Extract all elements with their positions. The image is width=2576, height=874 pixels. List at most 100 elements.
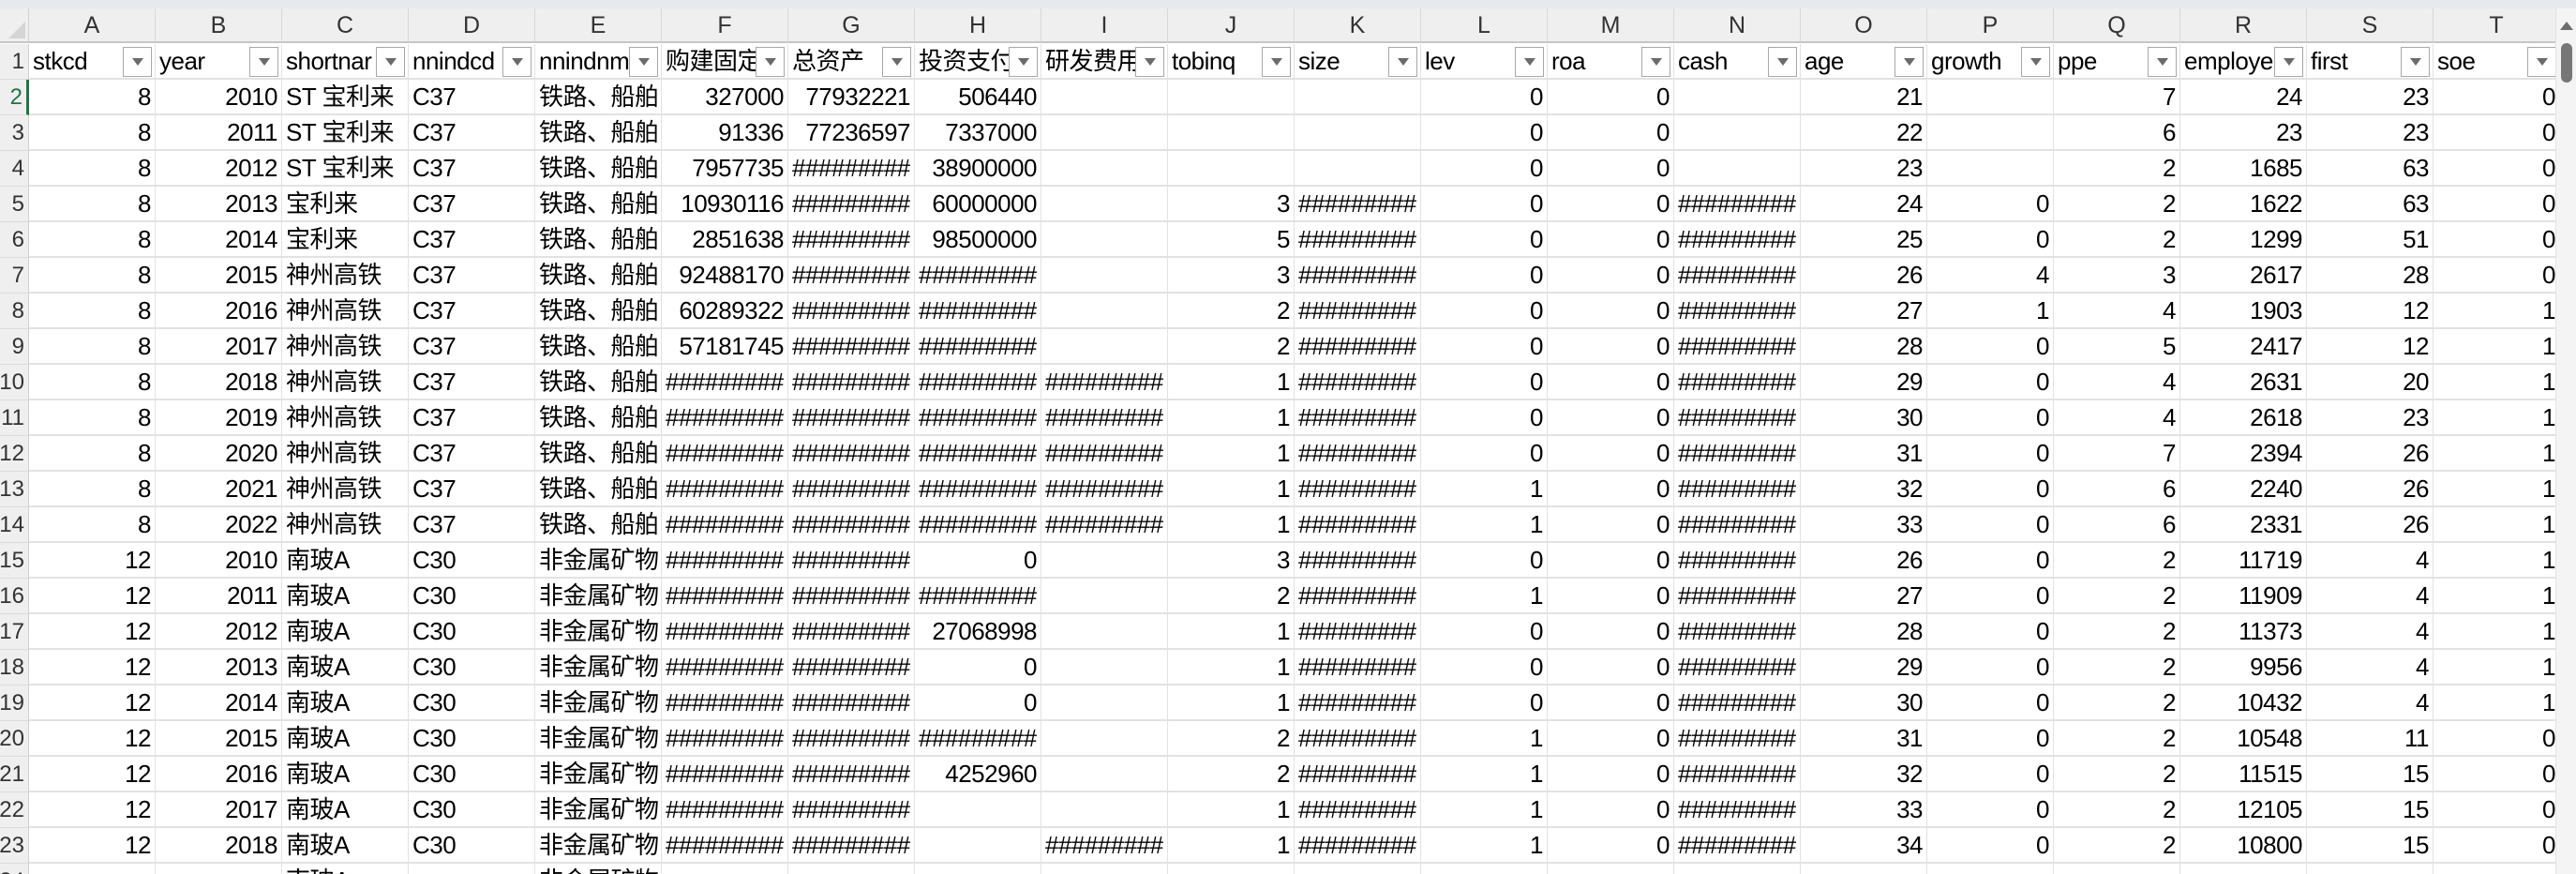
table-cell[interactable]: 1299 xyxy=(2180,222,2307,258)
table-cell[interactable]: ######### xyxy=(1674,543,1801,579)
table-cell[interactable]: 2016 xyxy=(156,294,282,329)
table-cell[interactable]: ######### xyxy=(1674,579,1801,614)
table-cell[interactable] xyxy=(1041,294,1168,329)
table-cell[interactable]: 0 xyxy=(1927,614,2054,650)
table-cell[interactable]: 2012 xyxy=(156,151,282,187)
table-cell[interactable]: 1 xyxy=(2434,614,2555,650)
table-cell[interactable]: 27068998 xyxy=(915,614,1041,650)
table-cell[interactable]: 0 xyxy=(1421,294,1548,329)
table-cell[interactable] xyxy=(788,864,915,874)
table-cell[interactable]: C37 xyxy=(409,151,535,187)
table-cell[interactable]: ######### xyxy=(1295,507,1421,543)
row-header[interactable]: 16 xyxy=(0,579,29,614)
table-cell[interactable]: 0 xyxy=(1548,222,1674,258)
table-cell[interactable]: 神州高铁 xyxy=(282,294,409,329)
table-cell[interactable]: 0 xyxy=(1927,686,2054,721)
row-header[interactable]: 7 xyxy=(0,258,29,294)
table-cell[interactable]: 1 xyxy=(1421,507,1548,543)
row-header[interactable]: 5 xyxy=(0,187,29,222)
table-cell[interactable]: 38900000 xyxy=(915,151,1041,187)
table-cell[interactable]: 2018 xyxy=(156,828,282,864)
table-cell[interactable]: ######### xyxy=(788,721,915,757)
table-cell[interactable]: 神州高铁 xyxy=(282,436,409,472)
table-cell[interactable]: 0 xyxy=(1548,686,1674,721)
table-cell[interactable]: 1 xyxy=(1168,365,1295,400)
table-cell[interactable]: 2014 xyxy=(156,686,282,721)
table-cell[interactable]: ######### xyxy=(1674,757,1801,792)
table-cell[interactable]: 8 xyxy=(29,151,156,187)
table-cell[interactable]: 8 xyxy=(29,115,156,151)
table-cell[interactable]: C30 xyxy=(409,650,535,686)
table-cell[interactable]: ######### xyxy=(788,650,915,686)
header-cell-a[interactable]: stkcd xyxy=(29,44,156,80)
table-cell[interactable]: 2019 xyxy=(156,400,282,436)
table-cell[interactable]: 0 xyxy=(1421,686,1548,721)
column-header-r[interactable]: R xyxy=(2180,8,2307,43)
table-cell[interactable]: 2021 xyxy=(156,472,282,507)
table-cell[interactable]: ######### xyxy=(1674,472,1801,507)
table-cell[interactable]: 0 xyxy=(1421,329,1548,365)
table-cell[interactable]: 6 xyxy=(2054,507,2180,543)
row-header[interactable]: 14 xyxy=(0,507,29,543)
table-cell[interactable]: ######### xyxy=(1674,400,1801,436)
row-header[interactable]: 18 xyxy=(0,650,29,686)
table-cell[interactable]: ######### xyxy=(915,721,1041,757)
table-cell[interactable]: 0 xyxy=(1927,543,2054,579)
table-cell[interactable]: C37 xyxy=(409,80,535,115)
filter-dropdown-icon[interactable] xyxy=(2274,47,2303,77)
table-cell[interactable]: ######### xyxy=(1041,365,1168,400)
table-cell[interactable]: 51 xyxy=(2307,222,2434,258)
table-cell[interactable]: 12 xyxy=(29,828,156,864)
table-cell[interactable]: 铁路、船舶 xyxy=(535,222,662,258)
column-header-j[interactable]: J xyxy=(1168,8,1295,43)
vertical-scrollbar[interactable] xyxy=(2555,8,2576,874)
table-cell[interactable]: 神州高铁 xyxy=(282,365,409,400)
table-cell[interactable]: 铁路、船舶 xyxy=(535,329,662,365)
table-cell[interactable]: 2 xyxy=(2054,614,2180,650)
filter-dropdown-icon[interactable] xyxy=(882,47,911,77)
table-cell[interactable]: 2331 xyxy=(2180,507,2307,543)
table-cell[interactable]: 1 xyxy=(2434,329,2555,365)
row-header[interactable]: 23 xyxy=(0,828,29,864)
table-cell[interactable] xyxy=(1041,543,1168,579)
table-cell[interactable]: 2011 xyxy=(156,579,282,614)
table-cell[interactable]: ######### xyxy=(1041,472,1168,507)
table-cell[interactable]: ######### xyxy=(662,650,788,686)
table-cell[interactable] xyxy=(2307,864,2434,874)
table-cell[interactable]: 3 xyxy=(1168,187,1295,222)
table-cell[interactable]: 4 xyxy=(2054,365,2180,400)
table-cell[interactable] xyxy=(1548,864,1674,874)
scroll-up-arrow-icon[interactable] xyxy=(2560,22,2573,30)
table-cell[interactable]: 92488170 xyxy=(662,258,788,294)
table-cell[interactable]: 0 xyxy=(1927,365,2054,400)
filter-dropdown-icon[interactable] xyxy=(1135,47,1164,77)
table-cell[interactable]: 23 xyxy=(2307,400,2434,436)
filter-dropdown-icon[interactable] xyxy=(1262,47,1291,77)
table-cell[interactable]: 神州高铁 xyxy=(282,400,409,436)
column-header-t[interactable]: T xyxy=(2434,8,2555,43)
table-cell[interactable]: 20 xyxy=(2307,365,2434,400)
table-cell[interactable]: 31 xyxy=(1801,436,1927,472)
table-cell[interactable]: C37 xyxy=(409,472,535,507)
header-cell-m[interactable]: roa xyxy=(1548,44,1674,80)
filter-dropdown-icon[interactable] xyxy=(502,47,532,77)
table-cell[interactable]: 0 xyxy=(1927,472,2054,507)
table-cell[interactable]: 非金属矿物 xyxy=(535,828,662,864)
table-cell[interactable]: ######### xyxy=(662,721,788,757)
table-cell[interactable]: C30 xyxy=(409,543,535,579)
table-cell[interactable]: 0 xyxy=(1927,650,2054,686)
column-header-e[interactable]: E xyxy=(535,8,662,43)
table-cell[interactable]: 0 xyxy=(1548,115,1674,151)
table-cell[interactable]: ######### xyxy=(788,828,915,864)
table-cell[interactable]: 南玻A xyxy=(282,757,409,792)
table-cell[interactable]: 60289322 xyxy=(662,294,788,329)
table-cell[interactable] xyxy=(1674,115,1801,151)
header-cell-d[interactable]: nnindcd xyxy=(409,44,535,80)
table-cell[interactable]: 0 xyxy=(1421,650,1548,686)
table-cell[interactable]: ######### xyxy=(1295,828,1421,864)
column-header-o[interactable]: O xyxy=(1801,8,1927,43)
header-cell-n[interactable]: cash xyxy=(1674,44,1801,80)
table-cell[interactable] xyxy=(409,864,535,874)
table-cell[interactable]: ######### xyxy=(1295,294,1421,329)
table-cell[interactable]: ######### xyxy=(915,365,1041,400)
